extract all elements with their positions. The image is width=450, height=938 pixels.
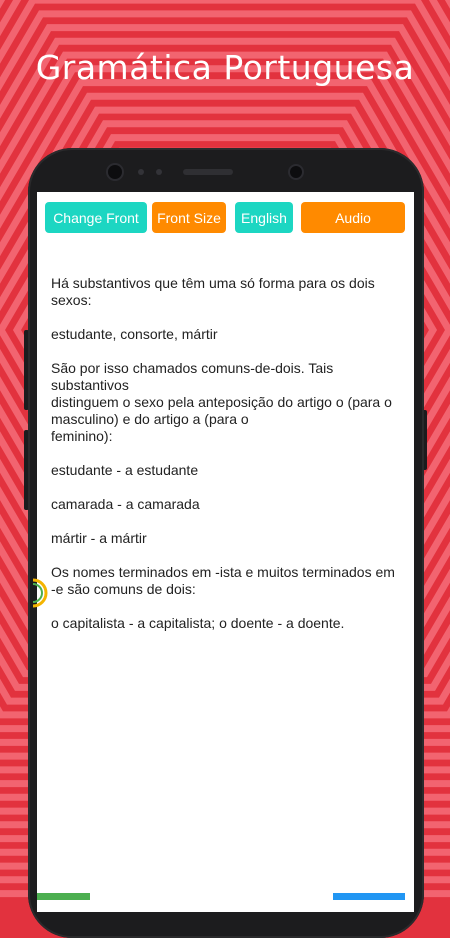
lesson-text: Há substantivos que têm uma só forma par… [51,275,401,649]
toolbar: Change Front Front Size English Audio [37,202,414,234]
front-camera-icon [108,165,122,179]
bottom-bar-right [333,893,405,900]
proximity-sensor-icon [290,166,302,178]
front-size-button[interactable]: Front Size [152,202,226,233]
lesson-paragraph: camarada - a camarada [51,496,200,512]
audio-button[interactable]: Audio [301,202,405,233]
lesson-paragraph: estudante - a estudante [51,462,199,478]
lesson-paragraph: mártir - a mártir [51,530,147,546]
change-front-button[interactable]: Change Front [45,202,147,233]
lesson-paragraph: Os nomes terminados em -ista e muitos te… [51,564,395,597]
sensor-dot [138,169,144,175]
bottom-bar-left [37,893,90,900]
sensor-dot [156,169,162,175]
lesson-paragraph: estudante, consorte, mártir [51,326,218,342]
app-title: Gramática Portuguesa [35,48,415,87]
lesson-paragraph: o capitalista - a capitalista; o doente … [51,615,345,631]
edge-handle-icon[interactable] [33,578,49,608]
app-screen: Change Front Front Size English Audio Há… [37,192,414,912]
lesson-paragraph: Há substantivos que têm uma só forma par… [51,275,375,308]
lesson-paragraph: São por isso chamados comuns-de-dois. Ta… [51,360,392,444]
english-button[interactable]: English [235,202,293,233]
earpiece-speaker [183,169,233,175]
